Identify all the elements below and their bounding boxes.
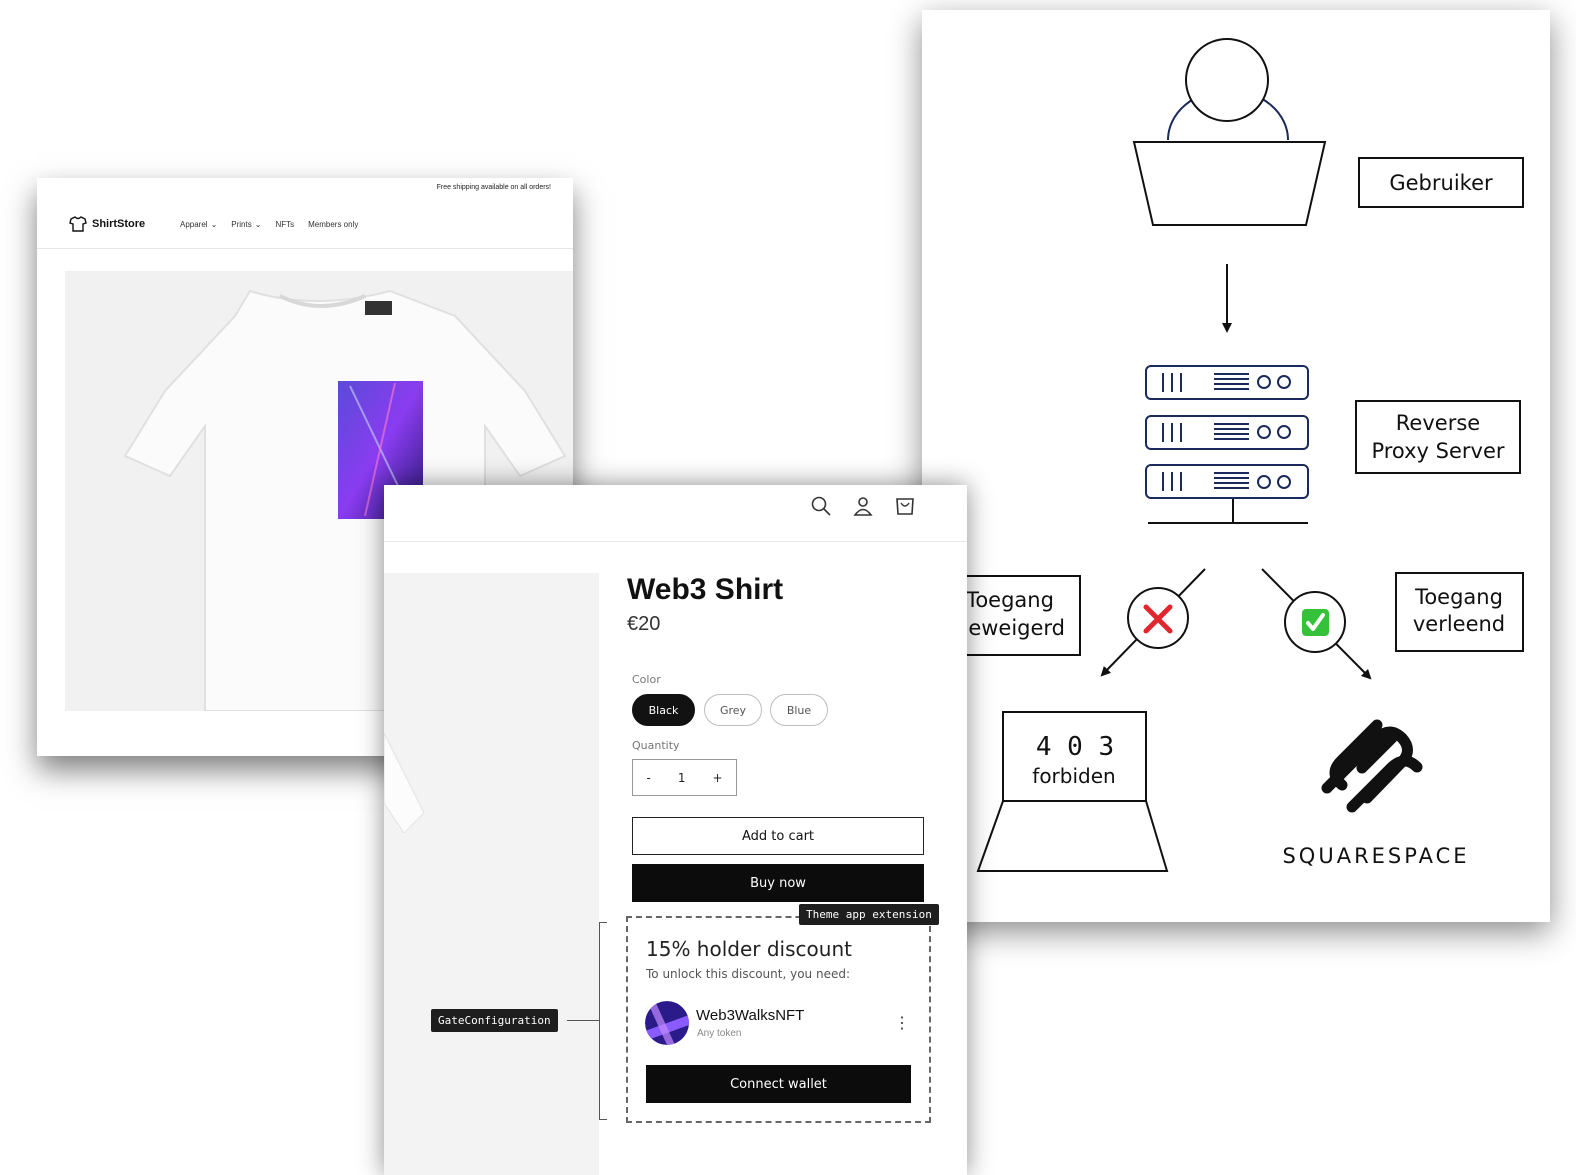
discount-title: 15% holder discount xyxy=(646,937,852,961)
nav-item-members-only[interactable]: Members only xyxy=(308,220,358,229)
quantity-increase-button[interactable]: + xyxy=(712,771,722,785)
connect-wallet-button[interactable]: Connect wallet xyxy=(646,1065,911,1103)
store-header: ShirtStore Apparel ⌄ Prints ⌄ NFTs Members… xyxy=(37,200,573,249)
color-option-blue[interactable]: Blue xyxy=(770,694,828,726)
main-nav: Apparel ⌄ Prints ⌄ NFTs Members only xyxy=(180,220,358,229)
store-brand-name: ShirtStore xyxy=(92,218,146,230)
cart-icon[interactable] xyxy=(894,495,916,517)
product-page-window: Web3 Shirt €20 Color Black Grey Blue Qua… xyxy=(384,485,967,1175)
error-code: 4 0 3 xyxy=(1036,732,1114,762)
granted-label-line1: Toegang xyxy=(1414,585,1503,609)
gate-bracket xyxy=(599,922,607,1120)
user-icon xyxy=(1132,38,1327,226)
color-label: Color xyxy=(632,673,661,686)
add-to-cart-button[interactable]: Add to cart xyxy=(632,817,924,855)
product-price: €20 xyxy=(627,613,661,635)
nft-collection-name: Web3WalksNFT xyxy=(696,1007,805,1024)
server-icon xyxy=(1145,365,1309,524)
chevron-down-icon: ⌄ xyxy=(210,220,218,229)
discount-subtitle: To unlock this discount, you need: xyxy=(646,967,850,981)
announcement-bar: Free shipping available on all orders! xyxy=(436,184,551,191)
squarespace-wordmark: SQUARESPACE xyxy=(1282,844,1469,868)
product-title: Web3 Shirt xyxy=(627,573,784,606)
nft-avatar xyxy=(645,1001,689,1045)
denied-label-line1: Toegang xyxy=(965,588,1054,612)
quantity-value[interactable]: 1 xyxy=(678,771,686,785)
chevron-down-icon: ⌄ xyxy=(254,220,262,229)
reverse-proxy-diagram: Gebruiker Reverse Proxy Server Toegang g… xyxy=(955,38,1524,872)
tshirt-icon xyxy=(69,216,87,232)
more-options-icon[interactable]: ⋮ xyxy=(894,1013,910,1033)
nav-item-nfts[interactable]: NFTs xyxy=(275,220,294,229)
color-option-black[interactable]: Black xyxy=(632,694,695,726)
buy-now-button[interactable]: Buy now xyxy=(632,864,924,902)
color-option-grey[interactable]: Grey xyxy=(704,694,762,726)
nav-item-prints[interactable]: Prints ⌄ xyxy=(231,220,261,229)
user-label: Gebruiker xyxy=(1389,171,1493,195)
gate-configuration-tag: GateConfiguration xyxy=(431,1009,558,1032)
product-gallery[interactable] xyxy=(384,573,599,1175)
gate-connector-line xyxy=(567,1020,600,1021)
proxy-label-line1: Reverse xyxy=(1396,411,1480,435)
quantity-label: Quantity xyxy=(632,739,680,752)
denied-label-line2: geweigerd xyxy=(955,616,1065,640)
tshirt-sleeve-image xyxy=(384,733,425,833)
store-logo[interactable]: ShirtStore xyxy=(69,216,145,232)
account-icon[interactable] xyxy=(852,495,874,517)
green-check-icon xyxy=(1302,609,1329,636)
granted-label-line2: verleend xyxy=(1413,612,1505,636)
squarespace-logo-icon xyxy=(1321,719,1423,813)
nav-item-apparel[interactable]: Apparel ⌄ xyxy=(180,220,217,229)
nft-requirement: Any token xyxy=(697,1028,742,1039)
proxy-label-line2: Proxy Server xyxy=(1371,439,1504,463)
product-header xyxy=(384,485,967,542)
quantity-stepper: - 1 + xyxy=(632,759,737,796)
theme-extension-tag: Theme app extension xyxy=(799,904,939,925)
quantity-decrease-button[interactable]: - xyxy=(646,771,650,785)
search-icon[interactable] xyxy=(810,495,832,517)
error-text: forbiden xyxy=(1032,764,1115,788)
